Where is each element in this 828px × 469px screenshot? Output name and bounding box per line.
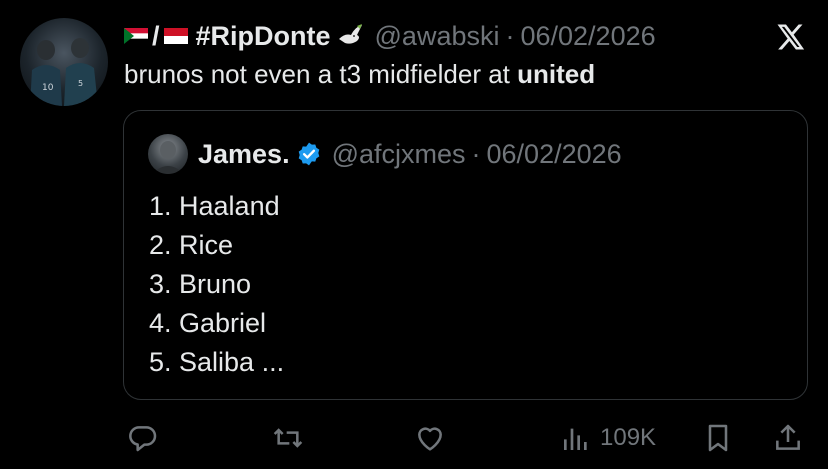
share-icon: [776, 424, 800, 450]
svg-text:10: 10: [42, 83, 54, 93]
tweet-text-bold: united: [517, 59, 596, 89]
retweet-button[interactable]: [272, 422, 304, 454]
action-bar: 109K: [0, 420, 828, 460]
list-item: 3. Bruno: [149, 269, 252, 299]
dove-icon: [338, 24, 362, 44]
verified-badge-icon: [298, 142, 319, 166]
quoted-display-name[interactable]: James.: [198, 139, 290, 170]
tweet-text-prefix: brunos not even a t3 midfielder at: [124, 59, 518, 89]
indonesia-flag-icon: [163, 28, 188, 44]
flag-separator: /: [152, 20, 160, 51]
list-item: 5. Saliba ...: [149, 347, 285, 377]
share-button[interactable]: [772, 422, 804, 454]
quoted-tweet-header: James. @afcjxmes · 06/02/2026: [148, 134, 622, 174]
retweet-icon: [273, 428, 303, 448]
like-button[interactable]: [414, 422, 446, 454]
reply-icon: [129, 426, 157, 452]
views-button[interactable]: 109K: [560, 422, 656, 454]
quoted-tweet-text: 1. Haaland 2. Rice 3. Bruno 4. Gabriel 5…: [149, 187, 284, 382]
separator-dot: ·: [505, 20, 515, 51]
list-item: 4. Gabriel: [149, 308, 267, 338]
list-item: 1. Haaland: [149, 191, 280, 221]
sudan-flag-icon: [124, 28, 148, 44]
author-avatar[interactable]: 10 5: [20, 18, 108, 106]
quoted-tweet-card[interactable]: James. @afcjxmes · 06/02/2026 1. Haaland…: [123, 110, 808, 400]
heart-icon: [418, 427, 442, 451]
views-count: 109K: [600, 424, 657, 451]
quoted-date[interactable]: 06/02/2026: [487, 139, 622, 170]
quoted-handle[interactable]: @afcjxmes: [332, 139, 466, 170]
tweet-date[interactable]: 06/02/2026: [520, 21, 655, 52]
tweet-text: brunos not even a t3 midfielder at unite…: [124, 58, 595, 90]
list-item: 2. Rice: [149, 230, 234, 260]
quoted-author-avatar[interactable]: [148, 134, 188, 174]
tweet-header: / #RipDonte @awabski · 06/02/2026: [124, 18, 656, 54]
svg-text:5: 5: [78, 79, 83, 88]
author-display-name[interactable]: #RipDonte: [196, 21, 331, 52]
bookmark-icon: [708, 424, 728, 452]
x-logo-icon[interactable]: [774, 22, 806, 52]
reply-button[interactable]: [127, 422, 159, 454]
separator-dot: ·: [471, 138, 481, 169]
author-handle[interactable]: @awabski: [375, 21, 500, 52]
bookmark-button[interactable]: [702, 422, 734, 454]
analytics-icon: [564, 428, 587, 450]
